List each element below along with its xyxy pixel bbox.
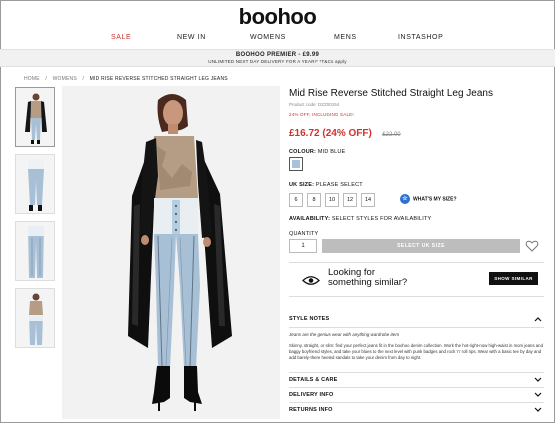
accordion-returns-info[interactable]: RETURNS INFO: [289, 404, 544, 416]
nav-item-womens[interactable]: WOMENS: [250, 34, 286, 41]
divider: [289, 387, 544, 388]
availability-label: AVAILABILITY:: [289, 216, 331, 222]
size-guide-icon: ☆: [400, 194, 410, 204]
brand-logo[interactable]: boohoo: [0, 4, 555, 30]
accordion-style-notes[interactable]: STYLE NOTES: [289, 313, 544, 325]
divider: [289, 262, 544, 263]
availability-value: SELECT STYLES FOR AVAILABILITY: [331, 216, 432, 222]
nav-item-new-in[interactable]: NEW IN: [177, 34, 206, 41]
nav-item-mens[interactable]: MENS: [334, 34, 357, 41]
colour-label-row: COLOUR: MID BLUE: [289, 149, 345, 155]
similar-text: Looking for something similar?: [328, 268, 407, 288]
thumbnail-4[interactable]: [15, 288, 55, 348]
size-option-8[interactable]: 8: [307, 193, 321, 207]
colour-swatch[interactable]: [289, 157, 303, 171]
chevron-down-icon: [534, 407, 542, 412]
whats-my-size-label: WHAT'S MY SIZE?: [413, 196, 457, 203]
availability-row: AVAILABILITY: SELECT STYLES FOR AVAILABI…: [289, 216, 431, 222]
quantity-input[interactable]: 1: [289, 239, 317, 253]
size-label: UK SIZE:: [289, 182, 315, 188]
whats-my-size-link[interactable]: ☆ WHAT'S MY SIZE?: [400, 194, 457, 204]
thumbnail-3[interactable]: [15, 221, 55, 281]
divider: [289, 372, 544, 373]
details-care-title: DETAILS & CARE: [289, 377, 338, 383]
thumbnail-list: [15, 87, 55, 355]
size-label-row: UK SIZE: PLEASE SELECT: [289, 182, 363, 188]
heart-icon[interactable]: [525, 239, 539, 253]
breadcrumb-womens[interactable]: WOMENS: [53, 76, 77, 82]
size-option-6[interactable]: 6: [289, 193, 303, 207]
size-option-10[interactable]: 10: [325, 193, 339, 207]
accordion-delivery-info[interactable]: DELIVERY INFO: [289, 389, 544, 401]
breadcrumb-sep: /: [82, 76, 85, 82]
chevron-down-icon: [534, 392, 542, 397]
style-notes-title: STYLE NOTES: [289, 316, 330, 322]
divider: [289, 402, 544, 403]
similar-banner: Looking for something similar? SHOW SIMI…: [289, 267, 544, 291]
divider: [289, 296, 544, 297]
show-similar-button[interactable]: SHOW SIMILAR: [489, 272, 538, 285]
swatch-fill: [292, 160, 300, 168]
chevron-up-icon: [534, 317, 542, 322]
breadcrumb-current: MID RISE REVERSE STITCHED STRAIGHT LEG J…: [89, 76, 228, 82]
delivery-info-title: DELIVERY INFO: [289, 392, 334, 398]
sale-price: £16.72 (24% OFF): [289, 128, 372, 139]
product-code: Product code: DZZ00154: [289, 102, 340, 107]
nav-item-sale[interactable]: SALE: [111, 34, 131, 41]
discount-note: 24% OFF, INCLUDING SALE!: [289, 112, 354, 117]
chevron-down-icon: [534, 377, 542, 382]
eye-icon: [302, 273, 320, 285]
price-row: £16.72 (24% OFF) £22.00: [289, 123, 544, 139]
breadcrumb-sep: /: [45, 76, 47, 82]
main-nav: SALE NEW IN WOMENS MENS INSTASHOP: [0, 34, 555, 46]
thumbnail-1[interactable]: [15, 87, 55, 147]
colour-value: MID BLUE: [317, 149, 346, 155]
size-option-14[interactable]: 14: [361, 193, 375, 207]
size-option-12[interactable]: 12: [343, 193, 357, 207]
promo-title: BOOHOO PREMIER - £9.99: [235, 52, 320, 58]
nav-item-instashop[interactable]: INSTASHOP: [398, 34, 443, 41]
breadcrumb-home[interactable]: HOME: [24, 76, 40, 82]
accordion-details-care[interactable]: DETAILS & CARE: [289, 374, 544, 386]
product-info: Mid Rise Reverse Stitched Straight Leg J…: [289, 88, 544, 413]
was-price: £22.00: [382, 132, 401, 138]
promo-subtitle: UNLIMITED NEXT DAY DELIVERY FOR A YEAR!*…: [208, 59, 347, 64]
add-to-bag-button[interactable]: SELECT UK SIZE: [322, 239, 520, 253]
product-main-image[interactable]: [62, 86, 280, 419]
colour-label: COLOUR:: [289, 149, 317, 155]
thumbnail-2[interactable]: [15, 154, 55, 214]
product-title: Mid Rise Reverse Stitched Straight Leg J…: [289, 88, 493, 99]
breadcrumb: HOME / WOMENS / MID RISE REVERSE STITCHE…: [24, 76, 232, 82]
divider: [289, 327, 544, 328]
quantity-label: QUANTITY: [289, 231, 319, 237]
returns-info-title: RETURNS INFO: [289, 407, 333, 413]
style-notes-tagline: Jeans are the genius wear with anything …: [289, 332, 400, 337]
promo-banner[interactable]: BOOHOO PREMIER - £9.99 UNLIMITED NEXT DA…: [0, 49, 555, 67]
style-notes-body: Skinny, straight, or slim: find your per…: [289, 343, 543, 360]
size-value: PLEASE SELECT: [315, 182, 363, 188]
similar-text-line2: something similar?: [328, 277, 408, 288]
